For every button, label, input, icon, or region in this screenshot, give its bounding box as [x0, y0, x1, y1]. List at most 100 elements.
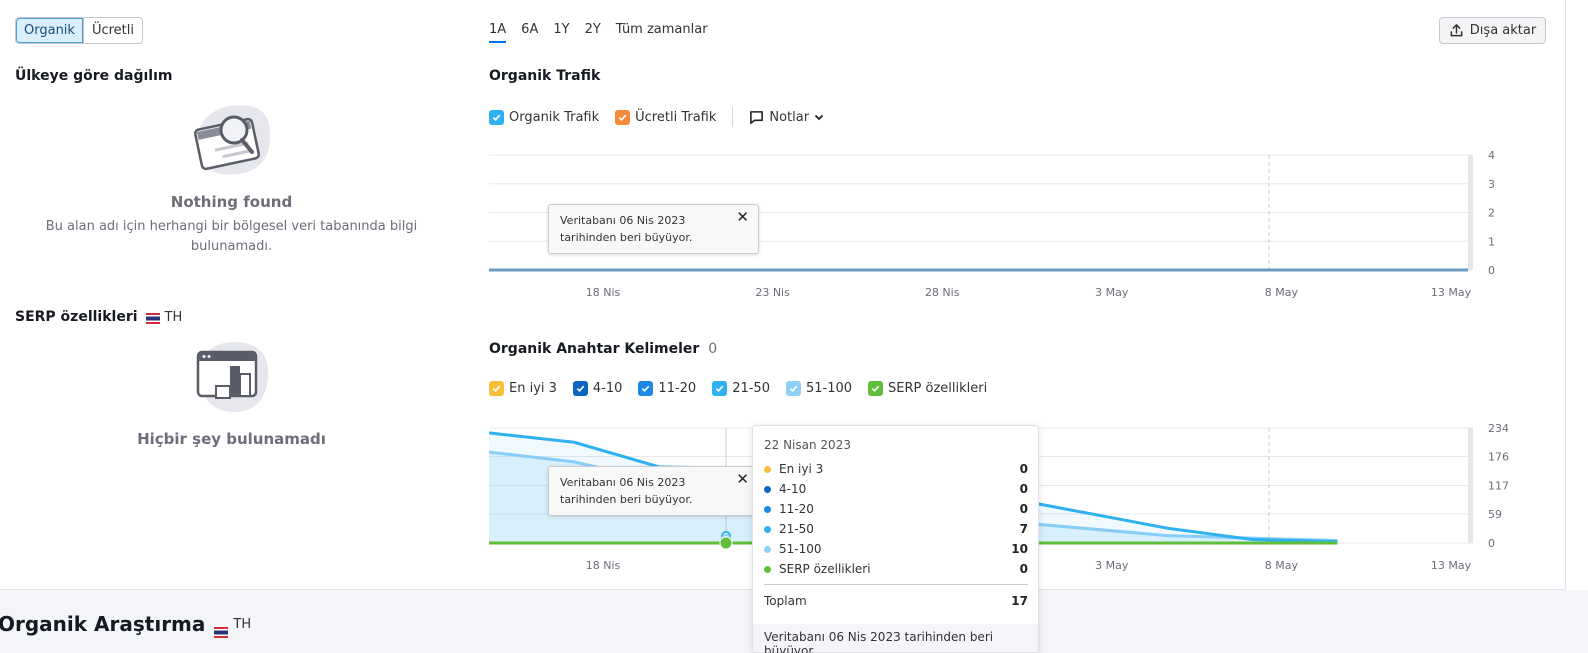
x-tick-label: 28 Nis	[925, 286, 960, 299]
legend-serp-features[interactable]: SERP özellikleri	[868, 381, 987, 396]
x-tick-label: 13 May	[1431, 559, 1472, 572]
upload-icon	[1450, 24, 1463, 37]
y-tick-label: 59	[1488, 508, 1502, 521]
period-tabs: 1A 6A 1Y 2Y Tüm zamanlar	[489, 22, 723, 43]
legend-21-50-label: 21-50	[732, 381, 770, 396]
serp-features-title: SERP özellikleri TH	[15, 309, 182, 325]
comment-icon	[750, 110, 764, 124]
tooltip-row-21-50: 21-50 7	[764, 522, 1028, 536]
traffic-note-line1: Veritabanı 06 Nis 2023	[560, 214, 686, 227]
y-tick-label: 117	[1488, 480, 1509, 493]
keywords-note-popup: Veritabanı 06 Nis 2023 tarihinden beri b…	[548, 466, 759, 516]
legend-paid-traffic[interactable]: Ücretli Trafik	[615, 109, 717, 125]
period-tab-1y[interactable]: 1Y	[553, 22, 569, 43]
tooltip-row-label: SERP özellikleri	[779, 562, 871, 576]
browser-chart-illustration-icon	[196, 342, 269, 412]
tooltip-row-11-20: 11-20 0	[764, 502, 1028, 516]
period-tab-6a[interactable]: 6A	[521, 22, 538, 43]
legend-11-20[interactable]: 11-20	[638, 381, 696, 396]
tooltip-row-label: En iyi 3	[779, 462, 824, 476]
tooltip-row-value: 0	[1019, 462, 1028, 476]
chart-scroll-strip	[1468, 428, 1473, 543]
dot-icon	[764, 485, 771, 493]
period-tab-2y[interactable]: 2Y	[585, 22, 601, 43]
y-tick-label: 0	[1488, 537, 1495, 550]
checkbox-checked-icon	[868, 381, 884, 396]
organic-keywords-title: Organik Anahtar Kelimeler 0	[489, 341, 717, 357]
magnifier-illustration-icon	[193, 105, 271, 175]
legend-21-50[interactable]: 21-50	[712, 381, 770, 396]
period-tab-1a[interactable]: 1A	[489, 22, 507, 43]
tooltip-divider	[764, 584, 1028, 585]
tooltip-row-label: 4-10	[779, 482, 807, 496]
period-tab-all-time[interactable]: Tüm zamanlar	[616, 22, 708, 43]
tooltip-row-value: 0	[1019, 562, 1028, 576]
paid-toggle-button[interactable]: Ücretli	[82, 18, 142, 43]
country-empty-desc-line2: bulunamadı.	[190, 239, 273, 254]
x-tick-label: 8 May	[1265, 286, 1299, 299]
chevron-down-icon	[814, 114, 824, 121]
checkbox-checked-icon	[489, 109, 504, 125]
tooltip-row-value: 7	[1019, 522, 1028, 536]
serp-empty-state: Hiçbir şey bulunamadı	[15, 430, 448, 448]
country-empty-description: Bu alan adı için herhangi bir bölgesel v…	[15, 217, 448, 257]
tooltip-row-value: 0	[1019, 502, 1028, 516]
legend-divider	[732, 107, 734, 127]
tooltip-row-serp: SERP özellikleri 0	[764, 562, 1028, 576]
tooltip-total-row: Toplam 17	[764, 594, 1028, 608]
legend-51-100[interactable]: 51-100	[785, 381, 852, 396]
legend-top3-label: En iyi 3	[509, 381, 557, 396]
dot-icon	[764, 545, 771, 553]
x-tick-label: 18 Nis	[586, 286, 621, 299]
export-button[interactable]: Dışa aktar	[1439, 17, 1546, 44]
close-icon[interactable]: ✕	[736, 209, 749, 226]
y-tick-label: 3	[1488, 178, 1495, 191]
serp-empty-title: Hiçbir şey bulunamadı	[137, 430, 326, 448]
dot-icon	[764, 565, 771, 573]
y-tick-label: 2	[1488, 207, 1495, 220]
checkbox-checked-icon	[638, 381, 654, 396]
country-empty-title: Nothing found	[170, 193, 293, 211]
x-tick-label: 3 May	[1095, 559, 1129, 572]
legend-organic-traffic[interactable]: Organik Trafik	[489, 109, 600, 125]
keywords-note-line1: Veritabanı 06 Nis 2023	[560, 476, 686, 489]
country-distribution-title: Ülkeye göre dağılım	[15, 68, 173, 84]
notes-label: Notlar	[769, 109, 810, 125]
x-tick-label: 3 May	[1095, 286, 1129, 299]
legend-4-10[interactable]: 4-10	[572, 381, 622, 396]
x-tick-label: 23 Nis	[755, 286, 790, 299]
keywords-tooltip: 22 Nisan 2023 En iyi 3 0 4-10 0 11-20 0 21-…	[752, 425, 1039, 653]
keywords-legend: En iyi 3 4-10 11-20 21-50 51-100 SERP öz…	[489, 381, 1003, 396]
x-tick-label: 18 Nis	[586, 559, 621, 572]
checkbox-checked-icon	[489, 381, 504, 396]
hover-point-serp	[719, 536, 733, 550]
organic-research-country-code: TH	[233, 616, 252, 632]
export-label: Dışa aktar	[1469, 23, 1537, 38]
tooltip-row-label: 11-20	[779, 502, 814, 516]
organic-toggle-button[interactable]: Organik	[16, 18, 83, 43]
x-tick-label: 8 May	[1265, 559, 1299, 572]
dot-icon	[764, 505, 771, 513]
tooltip-row-label: 21-50	[779, 522, 814, 536]
close-icon[interactable]: ✕	[736, 471, 749, 488]
country-empty-desc-line1: Bu alan adı için herhangi bir bölgesel v…	[45, 219, 418, 234]
dot-icon	[764, 525, 771, 533]
tooltip-row-4-10: 4-10 0	[764, 482, 1028, 496]
serp-country-code: TH	[164, 309, 183, 325]
checkbox-checked-icon	[785, 381, 801, 396]
legend-organic-traffic-label: Organik Trafik	[509, 109, 600, 125]
chart-scroll-strip	[1468, 155, 1473, 270]
legend-11-20-label: 11-20	[658, 381, 697, 396]
organic-traffic-title: Organik Trafik	[489, 68, 601, 84]
organic-keywords-title-text: Organik Anahtar Kelimeler	[489, 341, 700, 357]
serp-features-title-text: SERP özellikleri	[15, 309, 138, 325]
notes-dropdown[interactable]: Notlar	[749, 110, 825, 125]
legend-paid-traffic-label: Ücretli Trafik	[635, 109, 717, 125]
legend-top3[interactable]: En iyi 3	[489, 381, 557, 396]
thailand-flag-icon	[145, 312, 160, 324]
country-empty-state: Nothing found Bu alan adı için herhangi …	[15, 193, 448, 257]
traffic-note-popup: Veritabanı 06 Nis 2023 tarihinden beri b…	[548, 204, 759, 254]
thailand-flag-icon	[214, 619, 229, 638]
y-tick-label: 4	[1488, 149, 1495, 162]
traffic-note-line2: tarihinden beri büyüyor.	[560, 231, 693, 244]
